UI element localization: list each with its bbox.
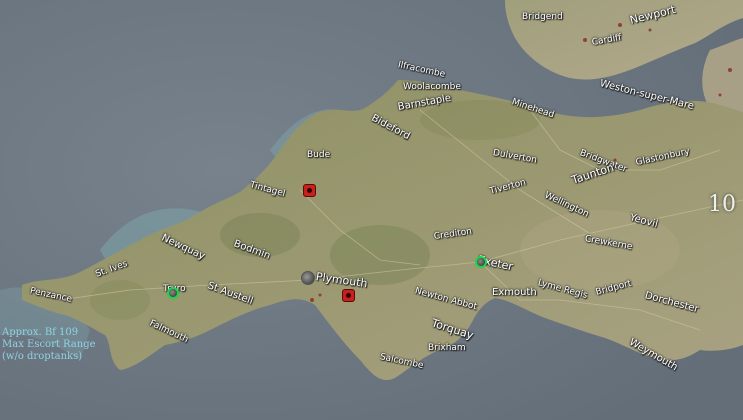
neutral-airfield-marker-plymouth[interactable] [301,271,315,285]
enemy-airfield-marker-plymouth[interactable] [342,289,355,302]
map-terrain [0,0,743,420]
map-view[interactable]: Bridgend Cardiff Newport Ilfracombe Wool… [0,0,743,420]
range-note-line3: (w/o droptanks) [2,351,83,362]
friendly-airfield-marker-exeter[interactable] [475,256,487,268]
range-note-line2: Max Escort Range [2,339,96,350]
escort-range-note: Approx. Bf 109 Max Escort Range (w/o dro… [2,327,96,363]
enemy-airfield-marker-tintagel[interactable] [303,184,316,197]
friendly-airfield-marker-truro[interactable] [167,287,179,299]
range-note-line1: Approx. Bf 109 [2,327,79,338]
